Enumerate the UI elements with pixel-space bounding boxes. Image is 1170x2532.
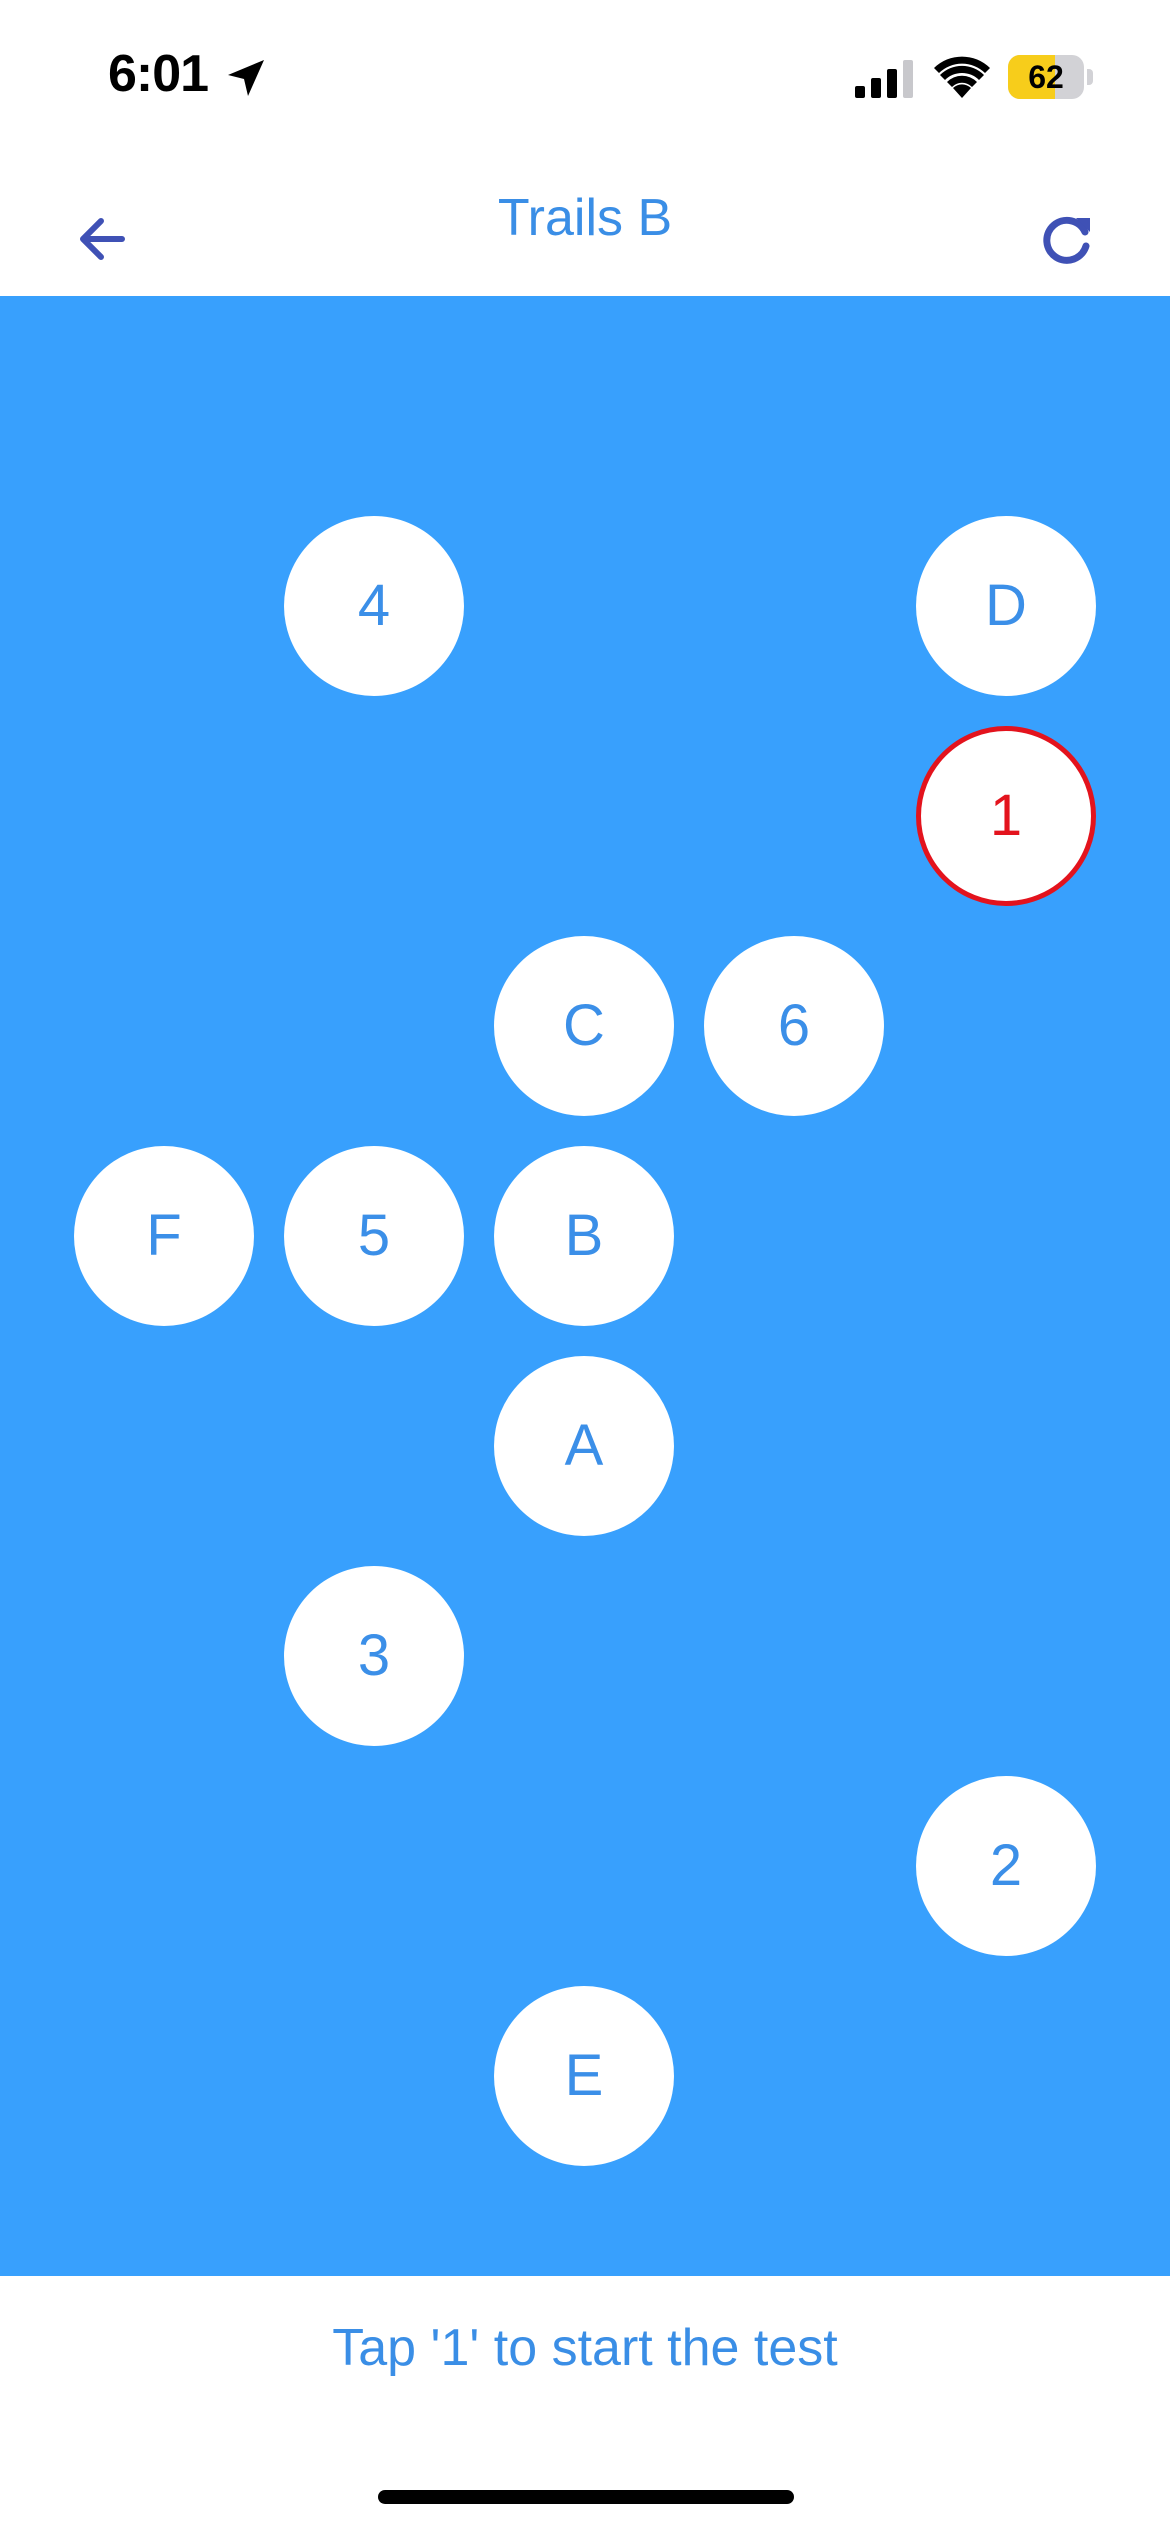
battery-level: 62 (1028, 59, 1064, 95)
battery-cap (1087, 69, 1093, 85)
refresh-icon[interactable] (1030, 202, 1104, 276)
status-bar: 6:01 62 (0, 0, 1170, 150)
page-title: Trails B (497, 189, 673, 247)
screen: 6:01 62 Trails B 4 D 1 C 6 F 5 B A 3 2 E… (0, 0, 1170, 2532)
wifi-icon (934, 56, 990, 98)
trail-node-6[interactable]: 6 (704, 936, 884, 1116)
trail-node-b[interactable]: B (494, 1146, 674, 1326)
trail-node-3[interactable]: 3 (284, 1566, 464, 1746)
trails-board: 4 D 1 C 6 F 5 B A 3 2 E (0, 296, 1170, 2276)
trail-node-a[interactable]: A (494, 1356, 674, 1536)
trail-node-1-start[interactable]: 1 (916, 726, 1096, 906)
location-arrow-icon (228, 60, 264, 96)
trail-node-c[interactable]: C (494, 936, 674, 1116)
trail-node-d[interactable]: D (916, 516, 1096, 696)
trail-node-f[interactable]: F (74, 1146, 254, 1326)
battery-indicator: 62 (1008, 55, 1093, 99)
home-indicator[interactable] (378, 2490, 794, 2504)
status-time: 6:01 (108, 45, 209, 103)
battery-body: 62 (1008, 55, 1084, 99)
trail-node-2[interactable]: 2 (916, 1776, 1096, 1956)
instruction-text: Tap '1' to start the test (332, 2319, 838, 2377)
trail-node-5[interactable]: 5 (284, 1146, 464, 1326)
nav-bar: Trails B (0, 150, 1170, 296)
cellular-signal-icon (855, 60, 913, 98)
trail-node-e[interactable]: E (494, 1986, 674, 2166)
trail-node-4[interactable]: 4 (284, 516, 464, 696)
